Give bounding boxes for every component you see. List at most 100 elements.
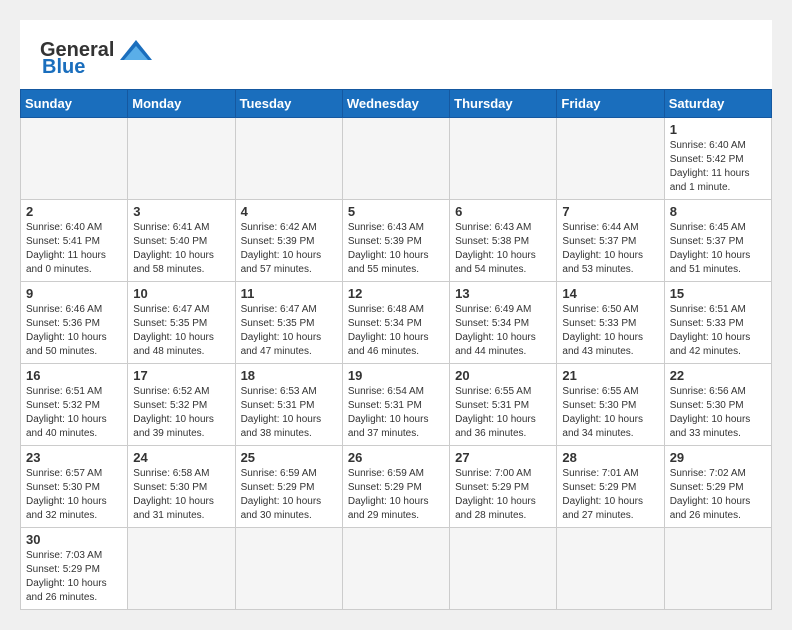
calendar-week-0: 1 Sunrise: 6:40 AM Sunset: 5:42 PM Daylig… xyxy=(21,118,772,200)
calendar-cell: 21 Sunrise: 6:55 AM Sunset: 5:30 PM Dayli… xyxy=(557,364,664,446)
calendar-cell: 17 Sunrise: 6:52 AM Sunset: 5:32 PM Dayli… xyxy=(128,364,235,446)
day-info: Sunrise: 6:40 AM Sunset: 5:42 PM Dayligh… xyxy=(670,139,766,195)
day-number: 12 xyxy=(348,286,444,301)
day-number: 29 xyxy=(670,450,766,465)
calendar-cell xyxy=(664,528,771,610)
weekday-header-wednesday: Wednesday xyxy=(342,90,449,118)
calendar-cell xyxy=(450,528,557,610)
day-info: Sunrise: 6:46 AM Sunset: 5:36 PM Dayligh… xyxy=(26,303,122,359)
day-info: Sunrise: 6:42 AM Sunset: 5:39 PM Dayligh… xyxy=(241,221,337,277)
day-number: 3 xyxy=(133,204,229,219)
day-number: 24 xyxy=(133,450,229,465)
day-number: 20 xyxy=(455,368,551,383)
calendar-cell xyxy=(450,118,557,200)
day-number: 28 xyxy=(562,450,658,465)
day-number: 16 xyxy=(26,368,122,383)
day-number: 22 xyxy=(670,368,766,383)
day-info: Sunrise: 7:00 AM Sunset: 5:29 PM Dayligh… xyxy=(455,467,551,523)
day-number: 14 xyxy=(562,286,658,301)
day-number: 27 xyxy=(455,450,551,465)
calendar-cell: 25Sunrise: 6:59 AM Sunset: 5:29 PM Dayli… xyxy=(235,446,342,528)
day-info: Sunrise: 6:47 AM Sunset: 5:35 PM Dayligh… xyxy=(241,303,337,359)
day-info: Sunrise: 6:52 AM Sunset: 5:32 PM Dayligh… xyxy=(133,385,229,441)
day-info: Sunrise: 6:43 AM Sunset: 5:39 PM Dayligh… xyxy=(348,221,444,277)
day-info: Sunrise: 6:59 AM Sunset: 5:29 PM Dayligh… xyxy=(241,467,337,523)
day-info: Sunrise: 6:44 AM Sunset: 5:37 PM Dayligh… xyxy=(562,221,658,277)
day-info: Sunrise: 6:49 AM Sunset: 5:34 PM Dayligh… xyxy=(455,303,551,359)
weekday-header-monday: Monday xyxy=(128,90,235,118)
calendar-cell: 27 Sunrise: 7:00 AM Sunset: 5:29 PM Dayli… xyxy=(450,446,557,528)
day-number: 7 xyxy=(562,204,658,219)
day-info: Sunrise: 6:58 AM Sunset: 5:30 PM Dayligh… xyxy=(133,467,229,523)
day-number: 15 xyxy=(670,286,766,301)
calendar-week-3: 16Sunrise: 6:51 AM Sunset: 5:32 PM Dayli… xyxy=(21,364,772,446)
calendar-cell: 16Sunrise: 6:51 AM Sunset: 5:32 PM Dayli… xyxy=(21,364,128,446)
calendar-cell: 18Sunrise: 6:53 AM Sunset: 5:31 PM Dayli… xyxy=(235,364,342,446)
calendar-cell: 6 Sunrise: 6:43 AM Sunset: 5:38 PM Daylig… xyxy=(450,200,557,282)
calendar-cell: 23 Sunrise: 6:57 AM Sunset: 5:30 PM Dayli… xyxy=(21,446,128,528)
day-info: Sunrise: 6:53 AM Sunset: 5:31 PM Dayligh… xyxy=(241,385,337,441)
calendar-week-1: 2 Sunrise: 6:40 AM Sunset: 5:41 PM Daylig… xyxy=(21,200,772,282)
calendar-cell: 14 Sunrise: 6:50 AM Sunset: 5:33 PM Dayli… xyxy=(557,282,664,364)
calendar-cell: 8 Sunrise: 6:45 AM Sunset: 5:37 PM Daylig… xyxy=(664,200,771,282)
day-number: 2 xyxy=(26,204,122,219)
calendar-cell: 12 Sunrise: 6:48 AM Sunset: 5:34 PM Dayli… xyxy=(342,282,449,364)
weekday-header-friday: Friday xyxy=(557,90,664,118)
day-info: Sunrise: 6:51 AM Sunset: 5:33 PM Dayligh… xyxy=(670,303,766,359)
calendar-cell xyxy=(21,118,128,200)
calendar-cell: 3Sunrise: 6:41 AM Sunset: 5:40 PM Daylig… xyxy=(128,200,235,282)
day-info: Sunrise: 7:03 AM Sunset: 5:29 PM Dayligh… xyxy=(26,549,122,605)
calendar-cell: 5 Sunrise: 6:43 AM Sunset: 5:39 PM Daylig… xyxy=(342,200,449,282)
calendar-cell: 20 Sunrise: 6:55 AM Sunset: 5:31 PM Dayli… xyxy=(450,364,557,446)
day-number: 1 xyxy=(670,122,766,137)
day-number: 23 xyxy=(26,450,122,465)
day-number: 8 xyxy=(670,204,766,219)
day-info: Sunrise: 6:47 AM Sunset: 5:35 PM Dayligh… xyxy=(133,303,229,359)
day-info: Sunrise: 6:40 AM Sunset: 5:41 PM Dayligh… xyxy=(26,221,122,277)
day-info: Sunrise: 6:55 AM Sunset: 5:31 PM Dayligh… xyxy=(455,385,551,441)
day-info: Sunrise: 6:57 AM Sunset: 5:30 PM Dayligh… xyxy=(26,467,122,523)
calendar-cell xyxy=(128,528,235,610)
day-number: 9 xyxy=(26,286,122,301)
day-info: Sunrise: 6:48 AM Sunset: 5:34 PM Dayligh… xyxy=(348,303,444,359)
calendar-cell: 1 Sunrise: 6:40 AM Sunset: 5:42 PM Daylig… xyxy=(664,118,771,200)
day-info: Sunrise: 7:02 AM Sunset: 5:29 PM Dayligh… xyxy=(670,467,766,523)
calendar-week-4: 23 Sunrise: 6:57 AM Sunset: 5:30 PM Dayli… xyxy=(21,446,772,528)
day-number: 11 xyxy=(241,286,337,301)
day-info: Sunrise: 6:43 AM Sunset: 5:38 PM Dayligh… xyxy=(455,221,551,277)
calendar-table: SundayMondayTuesdayWednesdayThursdayFrid… xyxy=(20,89,772,610)
day-info: Sunrise: 6:59 AM Sunset: 5:29 PM Dayligh… xyxy=(348,467,444,523)
calendar-cell: 15 Sunrise: 6:51 AM Sunset: 5:33 PM Dayli… xyxy=(664,282,771,364)
calendar-cell: 4 Sunrise: 6:42 AM Sunset: 5:39 PM Daylig… xyxy=(235,200,342,282)
calendar-cell: 29 Sunrise: 7:02 AM Sunset: 5:29 PM Dayli… xyxy=(664,446,771,528)
day-number: 4 xyxy=(241,204,337,219)
calendar-week-5: 30 Sunrise: 7:03 AM Sunset: 5:29 PM Dayli… xyxy=(21,528,772,610)
calendar-cell: 11 Sunrise: 6:47 AM Sunset: 5:35 PM Dayli… xyxy=(235,282,342,364)
calendar-cell: 10 Sunrise: 6:47 AM Sunset: 5:35 PM Dayli… xyxy=(128,282,235,364)
day-info: Sunrise: 6:50 AM Sunset: 5:33 PM Dayligh… xyxy=(562,303,658,359)
day-number: 5 xyxy=(348,204,444,219)
day-number: 6 xyxy=(455,204,551,219)
day-number: 21 xyxy=(562,368,658,383)
day-number: 19 xyxy=(348,368,444,383)
day-number: 30 xyxy=(26,532,122,547)
logo-icon xyxy=(118,36,154,64)
day-info: Sunrise: 6:45 AM Sunset: 5:37 PM Dayligh… xyxy=(670,221,766,277)
weekday-header-thursday: Thursday xyxy=(450,90,557,118)
day-number: 17 xyxy=(133,368,229,383)
calendar-cell: 26 Sunrise: 6:59 AM Sunset: 5:29 PM Dayli… xyxy=(342,446,449,528)
day-info: Sunrise: 6:55 AM Sunset: 5:30 PM Dayligh… xyxy=(562,385,658,441)
weekday-header-saturday: Saturday xyxy=(664,90,771,118)
page-header: General Blue xyxy=(20,20,772,89)
calendar-cell xyxy=(235,528,342,610)
day-number: 26 xyxy=(348,450,444,465)
day-info: Sunrise: 7:01 AM Sunset: 5:29 PM Dayligh… xyxy=(562,467,658,523)
day-info: Sunrise: 6:54 AM Sunset: 5:31 PM Dayligh… xyxy=(348,385,444,441)
day-number: 10 xyxy=(133,286,229,301)
day-number: 13 xyxy=(455,286,551,301)
weekday-header-row: SundayMondayTuesdayWednesdayThursdayFrid… xyxy=(21,90,772,118)
calendar-cell: 7 Sunrise: 6:44 AM Sunset: 5:37 PM Daylig… xyxy=(557,200,664,282)
calendar-cell xyxy=(235,118,342,200)
calendar-cell xyxy=(557,118,664,200)
calendar-cell: 2 Sunrise: 6:40 AM Sunset: 5:41 PM Daylig… xyxy=(21,200,128,282)
